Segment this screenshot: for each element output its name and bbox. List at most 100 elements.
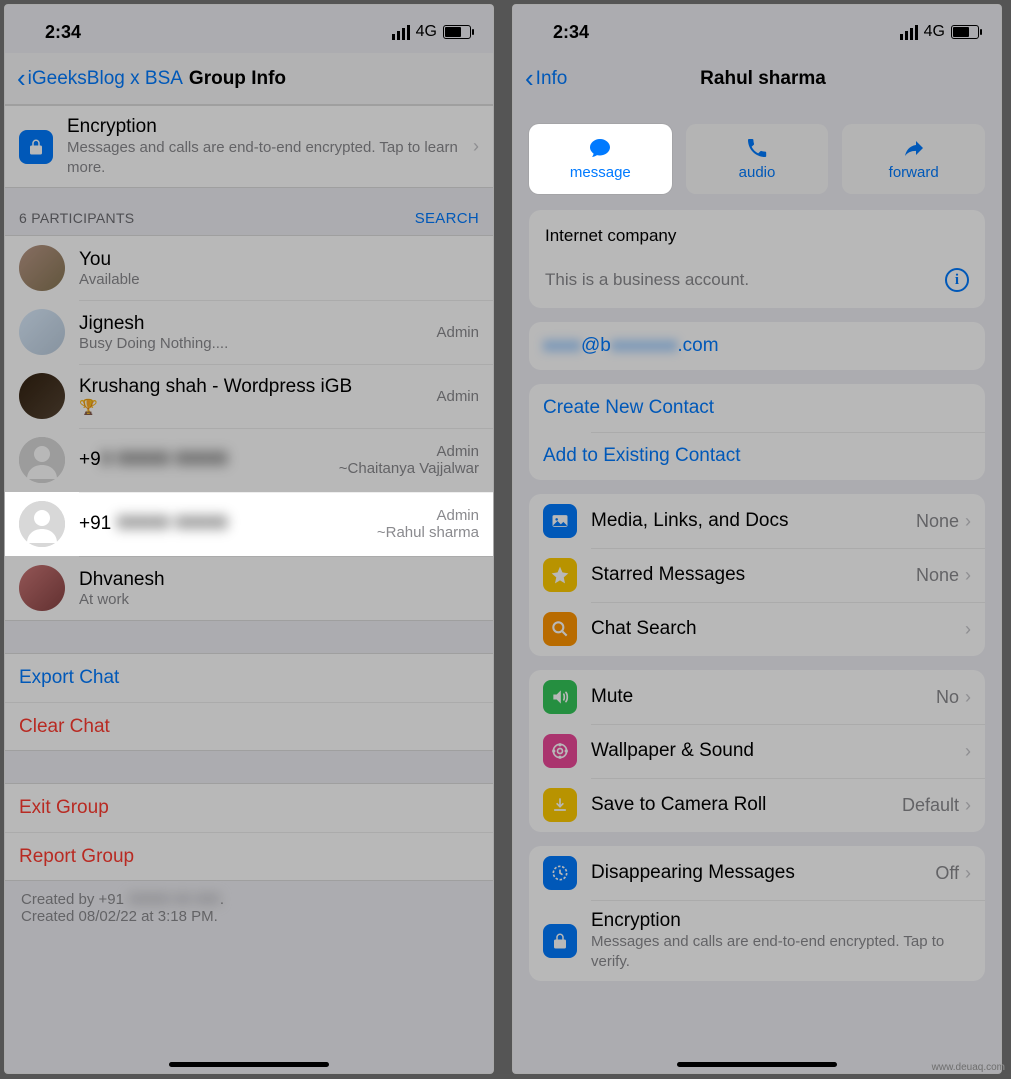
- clear-chat-button[interactable]: Clear Chat: [5, 702, 493, 750]
- signal-icon: [900, 25, 918, 40]
- group-actions: Exit Group Report Group: [5, 783, 493, 881]
- exit-group-button[interactable]: Exit Group: [5, 784, 493, 832]
- lock-icon: [19, 130, 53, 164]
- contact-title: Rahul sharma: [700, 68, 826, 90]
- participant-status: Busy Doing Nothing....: [79, 335, 436, 352]
- audio-label: audio: [739, 164, 776, 181]
- forward-label: forward: [889, 164, 939, 181]
- status-right: 4G: [392, 23, 471, 41]
- network-label: 4G: [416, 23, 437, 41]
- audio-button[interactable]: audio: [686, 124, 829, 194]
- camera-value: Default: [902, 795, 959, 816]
- report-group-button[interactable]: Report Group: [5, 832, 493, 880]
- create-contact-button[interactable]: Create New Contact: [529, 384, 985, 432]
- speaker-icon: [543, 680, 577, 714]
- message-icon: [533, 136, 668, 160]
- export-chat-button[interactable]: Export Chat: [5, 654, 493, 702]
- status-bar: 2:34 4G: [513, 5, 1001, 53]
- avatar: [19, 565, 65, 611]
- phone-icon: [690, 136, 825, 160]
- email-text: xxxx@bxxxxxxx.com: [543, 335, 971, 357]
- participant-phone: +99 99999 99999: [79, 449, 339, 471]
- network-label: 4G: [924, 23, 945, 41]
- chevron-right-icon: ›: [473, 136, 479, 157]
- back-label[interactable]: Info: [536, 68, 568, 90]
- participant-name: Krushang shah - Wordpress iGB: [79, 376, 436, 398]
- disappearing-row[interactable]: Disappearing Messages Off ›: [529, 846, 985, 900]
- participant-row[interactable]: You Available: [5, 236, 493, 300]
- status-right: 4G: [900, 23, 979, 41]
- nav-bar: ‹ Info Rahul sharma: [513, 53, 1001, 104]
- mute-value: No: [936, 687, 959, 708]
- mute-row[interactable]: Mute No ›: [529, 670, 985, 724]
- add-contact-button[interactable]: Add to Existing Contact: [529, 432, 985, 480]
- starred-messages-row[interactable]: Starred Messages None ›: [529, 548, 985, 602]
- forward-button[interactable]: forward: [842, 124, 985, 194]
- participant-name: You: [79, 249, 479, 271]
- back-chevron-icon[interactable]: ‹: [525, 63, 534, 94]
- participants-header: 6 PARTICIPANTS SEARCH: [5, 188, 493, 235]
- message-label: message: [570, 164, 631, 181]
- photo-icon: [543, 504, 577, 538]
- encryption-section[interactable]: Encryption Messages and calls are end-to…: [5, 105, 493, 188]
- home-indicator: [677, 1062, 837, 1067]
- business-type: Internet company: [545, 226, 969, 246]
- forward-icon: [846, 136, 981, 160]
- participant-name: Dhvanesh: [79, 569, 479, 591]
- search-participants-button[interactable]: SEARCH: [415, 210, 479, 227]
- home-indicator: [169, 1062, 329, 1067]
- media-card: Media, Links, and Docs None › Starred Me…: [529, 494, 985, 656]
- search-icon: [543, 612, 577, 646]
- business-note: This is a business account.: [545, 270, 945, 290]
- download-icon: [543, 788, 577, 822]
- creation-info: Created by +91 99999 99 999. Created 08/…: [5, 881, 493, 935]
- avatar-placeholder-icon: [19, 437, 65, 483]
- participant-role: Admin: [339, 443, 479, 460]
- participant-row[interactable]: Dhvanesh At work: [5, 556, 493, 620]
- privacy-card: Disappearing Messages Off › Encryption M…: [529, 846, 985, 981]
- avatar: [19, 309, 65, 355]
- media-links-docs-row[interactable]: Media, Links, and Docs None ›: [529, 494, 985, 548]
- status-bar: 2:34 4G: [5, 5, 493, 53]
- chevron-right-icon: ›: [965, 741, 971, 762]
- media-value: None: [916, 511, 959, 532]
- chevron-right-icon: ›: [965, 511, 971, 532]
- back-label[interactable]: iGeeksBlog x BSA: [28, 68, 183, 90]
- phone-right: 2:34 4G ‹ Info Rahul sharma message audi…: [512, 4, 1002, 1074]
- message-button[interactable]: message: [529, 124, 672, 194]
- info-icon[interactable]: i: [945, 268, 969, 292]
- nav-bar: ‹ iGeeksBlog x BSA Group Info: [5, 53, 493, 105]
- chevron-right-icon: ›: [965, 565, 971, 586]
- chat-search-row[interactable]: Chat Search ›: [529, 602, 985, 656]
- contact-actions-card: Create New Contact Add to Existing Conta…: [529, 384, 985, 480]
- back-chevron-icon[interactable]: ‹: [17, 63, 26, 94]
- chevron-right-icon: ›: [965, 795, 971, 816]
- participant-row[interactable]: +99 99999 99999 Admin ~Chaitanya Vajjalw…: [5, 428, 493, 492]
- avatar: [19, 373, 65, 419]
- participant-status: 🏆: [79, 398, 436, 416]
- participant-alias: ~Chaitanya Vajjalwar: [339, 460, 479, 477]
- battery-icon: [443, 25, 471, 39]
- wallpaper-row[interactable]: Wallpaper & Sound ›: [529, 724, 985, 778]
- participant-row[interactable]: Jignesh Busy Doing Nothing.... Admin: [5, 300, 493, 364]
- disappearing-value: Off: [935, 863, 959, 884]
- chat-actions: Export Chat Clear Chat: [5, 653, 493, 751]
- chevron-right-icon: ›: [965, 619, 971, 640]
- participant-row[interactable]: Krushang shah - Wordpress iGB 🏆 Admin: [5, 364, 493, 428]
- battery-icon: [951, 25, 979, 39]
- status-time: 2:34: [553, 22, 589, 43]
- email-link[interactable]: xxxx@bxxxxxxx.com: [529, 322, 985, 370]
- page-title: Group Info: [189, 68, 286, 90]
- status-time: 2:34: [45, 22, 81, 43]
- participant-row-selected[interactable]: +91 99999 99999 Admin ~Rahul sharma: [5, 492, 493, 556]
- participant-name: Jignesh: [79, 313, 436, 335]
- starred-value: None: [916, 565, 959, 586]
- encryption-row[interactable]: Encryption Messages and calls are end-to…: [529, 900, 985, 981]
- quick-actions: message audio forward: [513, 104, 1001, 202]
- phone-left: 2:34 4G ‹ iGeeksBlog x BSA Group Info En…: [4, 4, 494, 1074]
- watermark: www.deuaq.com: [932, 1062, 1005, 1073]
- encryption-title: Encryption: [67, 116, 473, 138]
- participant-role: Admin: [377, 507, 479, 524]
- camera-roll-row[interactable]: Save to Camera Roll Default ›: [529, 778, 985, 832]
- email-card: xxxx@bxxxxxxx.com: [529, 322, 985, 370]
